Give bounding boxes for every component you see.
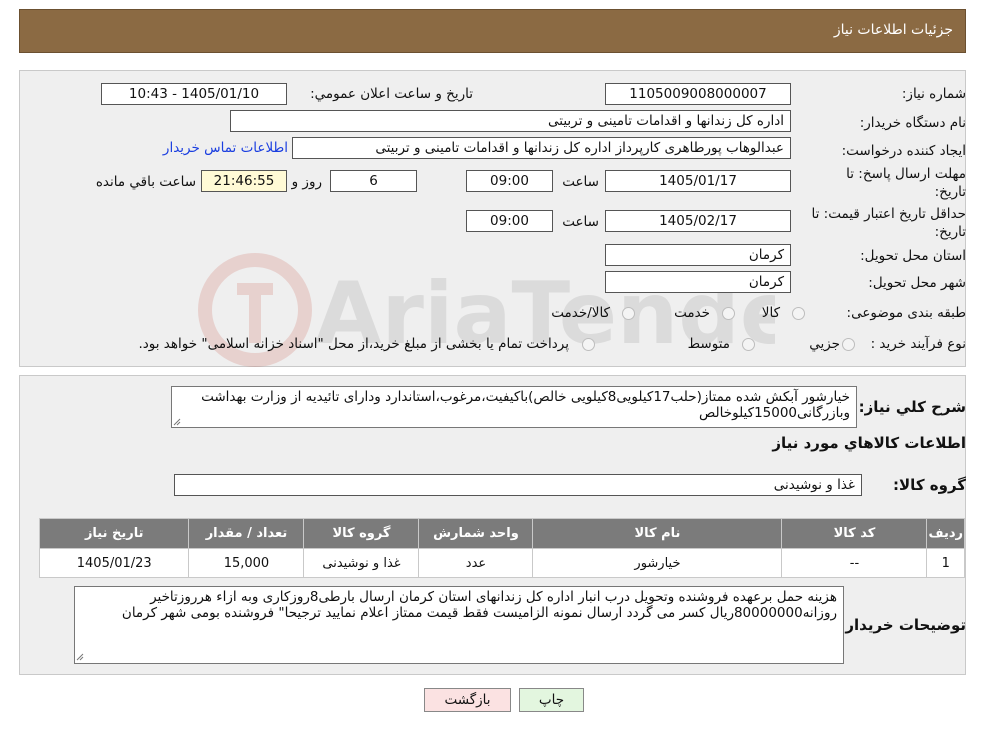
summary-text: خیارشور آبکش شده ممتاز(حلب17کیلویی8کیلوی…	[171, 386, 857, 428]
process-radio-minor[interactable]	[842, 338, 855, 351]
col-header-unit: واحد شمارش	[418, 518, 534, 549]
creator-field: عبدالوهاب پورطاهری کارپرداز اداره کل زند…	[292, 137, 791, 159]
table-row: 1 -- خیارشور عدد غذا و نوشیدنی 15,000 14…	[38, 548, 965, 578]
buyer-notes-text: هزینه حمل برعهده فروشنده وتحویل درب انبا…	[74, 586, 844, 664]
need-number-field: 1105009008000007	[605, 83, 791, 105]
province-label: استان محل تحویل:	[860, 248, 966, 264]
cell-name: خیارشور	[532, 548, 783, 578]
process-radio-treasury[interactable]	[582, 338, 595, 351]
buyer-contact-link[interactable]: اطلاعات تماس خریدار	[163, 140, 288, 156]
deadline-label-line1: مهلت ارسال پاسخ: تا	[846, 166, 966, 182]
process-label: نوع فرآیند خرید :	[870, 336, 966, 352]
days-remaining-field: 6	[330, 170, 417, 192]
summary-label: شرح کلي نیاز:	[858, 398, 966, 416]
col-header-date: تاریخ نیاز	[38, 518, 190, 549]
remaining-time-field: 21:46:55	[201, 170, 287, 192]
city-label: شهر محل تحویل:	[868, 275, 966, 291]
process-option-medium: متوسط	[687, 336, 730, 352]
back-button[interactable]: بازگشت	[424, 688, 511, 712]
creator-label: ایجاد کننده درخواست:	[841, 143, 966, 159]
deadline-date-field: 1405/01/17	[605, 170, 791, 192]
cell-unit: عدد	[418, 548, 534, 578]
col-header-group: گروه کالا	[303, 518, 420, 549]
page-title: جزئیات اطلاعات نیاز	[833, 22, 953, 38]
category-radio-goods-service[interactable]	[622, 307, 635, 320]
days-label: روز و	[291, 174, 322, 190]
col-header-row: ردیف	[926, 518, 965, 549]
validity-date-field: 1405/02/17	[605, 210, 791, 232]
process-radio-medium[interactable]	[742, 338, 755, 351]
deadline-time-label: ساعت	[562, 174, 599, 190]
print-button[interactable]: چاپ	[519, 688, 584, 712]
category-label: طبقه بندی موضوعی:	[846, 305, 966, 321]
col-header-code: کد کالا	[781, 518, 928, 549]
category-radio-goods[interactable]	[792, 307, 805, 320]
deadline-label-line2: تاریخ:	[934, 184, 966, 200]
announce-label: تاریخ و ساعت اعلان عمومي:	[310, 86, 473, 102]
remaining-time-label: ساعت باقي مانده	[95, 174, 196, 190]
buyer-notes-label: توضیحات خریدار:	[839, 616, 966, 634]
cell-date: 1405/01/23	[38, 548, 190, 578]
validity-label-line1: حداقل تاریخ اعتبار قیمت: تا	[811, 206, 966, 222]
cell-group: غذا و نوشیدنی	[303, 548, 420, 578]
col-header-name: نام کالا	[532, 518, 783, 549]
validity-time-field: 09:00	[466, 210, 553, 232]
process-note: پرداخت تمام یا بخشی از مبلغ خرید،از محل …	[138, 336, 569, 352]
cell-row: 1	[926, 548, 965, 578]
notes-resize-grip-icon[interactable]	[76, 653, 84, 661]
cell-quantity: 15,000	[188, 548, 305, 578]
process-option-minor: جزیي	[809, 336, 840, 352]
summary-resize-grip-icon[interactable]	[173, 418, 181, 426]
validity-time-label: ساعت	[562, 214, 599, 230]
need-number-label: شماره نیاز:	[901, 86, 966, 102]
deadline-time-field: 09:00	[466, 170, 553, 192]
validity-label-line2: تاریخ:	[934, 224, 966, 240]
buyer-org-field: اداره کل زندانها و اقدامات تامینی و تربی…	[230, 110, 791, 132]
page-header: جزئیات اطلاعات نیاز	[19, 9, 966, 53]
category-option-goods: کالا	[761, 305, 780, 321]
category-radio-service[interactable]	[722, 307, 735, 320]
category-option-service: خدمت	[674, 305, 710, 321]
col-header-quantity: تعداد / مقدار	[188, 518, 305, 549]
province-field: کرمان	[605, 244, 791, 266]
announce-field: 1405/01/10 - 10:43	[101, 83, 287, 105]
goods-group-field: غذا و نوشیدنی	[174, 474, 862, 496]
goods-info-title: اطلاعات کالاهاي مورد نیاز	[772, 434, 966, 452]
city-field: کرمان	[605, 271, 791, 293]
category-option-goods-service: کالا/خدمت	[551, 305, 610, 321]
buyer-org-label: نام دستگاه خریدار:	[859, 115, 966, 131]
goods-table: ردیف کد کالا نام کالا واحد شمارش گروه کا…	[38, 518, 965, 578]
goods-group-label: گروه کالا:	[893, 476, 966, 494]
goods-table-header: ردیف کد کالا نام کالا واحد شمارش گروه کا…	[38, 518, 965, 549]
cell-code: --	[781, 548, 928, 578]
